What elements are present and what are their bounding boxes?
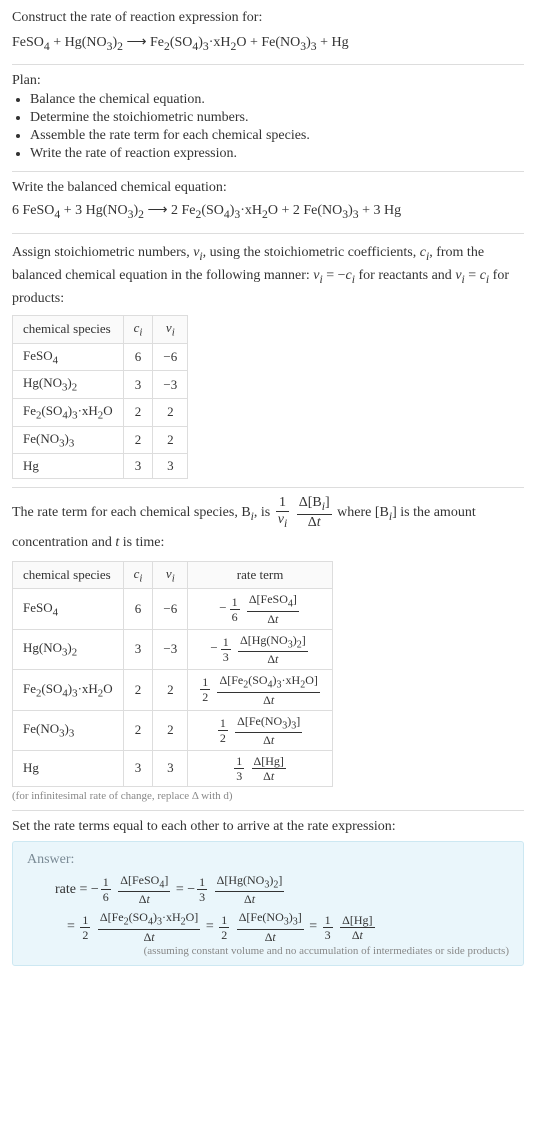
- cell-ci: 3: [123, 454, 153, 479]
- cell-species: Fe(NO3)3: [13, 710, 124, 750]
- answer-label: Answer:: [27, 852, 509, 868]
- prompt-section: Construct the rate of reaction expressio…: [12, 0, 524, 64]
- cell-nui: −6: [153, 589, 188, 629]
- col-ci: ci: [123, 316, 153, 344]
- col-nui: νi: [153, 561, 188, 589]
- cell-nui: −3: [153, 371, 188, 399]
- rate-intro: The rate term for each chemical species,…: [12, 496, 524, 555]
- table-header-row: chemical species ci νi rate term: [13, 561, 333, 589]
- cell-nui: 2: [153, 426, 188, 454]
- plan-item: Write the rate of reaction expression.: [30, 145, 524, 163]
- cell-rate: 13 Δ[Hg]Δt: [188, 750, 333, 786]
- cell-species: FeSO4: [13, 343, 124, 371]
- col-rate: rate term: [188, 561, 333, 589]
- cell-species: Hg: [13, 750, 124, 786]
- cell-nui: 3: [153, 454, 188, 479]
- col-species: chemical species: [13, 561, 124, 589]
- balanced-label: Write the balanced chemical equation:: [12, 180, 524, 196]
- final-intro: Set the rate terms equal to each other t…: [12, 819, 524, 835]
- cell-species: Hg: [13, 454, 124, 479]
- stoich-table: chemical species ci νi FeSO4 6 −6 Hg(NO3…: [12, 315, 188, 479]
- cell-species: FeSO4: [13, 589, 124, 629]
- answer-box: Answer: rate = −16 Δ[FeSO4]Δt = −13 Δ[Hg…: [12, 841, 524, 966]
- answer-note: (assuming constant volume and no accumul…: [27, 945, 509, 957]
- plan-item: Assemble the rate term for each chemical…: [30, 127, 524, 145]
- cell-ci: 2: [123, 398, 153, 426]
- col-nui: νi: [153, 316, 188, 344]
- final-section: Set the rate terms equal to each other t…: [12, 811, 524, 974]
- rate-table: chemical species ci νi rate term FeSO4 6…: [12, 561, 333, 787]
- cell-ci: 6: [123, 343, 153, 371]
- plan-title: Plan:: [12, 73, 524, 89]
- cell-nui: 2: [153, 670, 188, 710]
- cell-nui: −3: [153, 629, 188, 669]
- table-row: FeSO4 6 −6: [13, 343, 188, 371]
- page: Construct the rate of reaction expressio…: [0, 0, 536, 994]
- cell-nui: −6: [153, 343, 188, 371]
- cell-nui: 2: [153, 398, 188, 426]
- table-row: Fe2(SO4)3·xH2O 2 2 12 Δ[Fe2(SO4)3·xH2O]Δ…: [13, 670, 333, 710]
- plan-item: Determine the stoichiometric numbers.: [30, 109, 524, 127]
- table-row: Hg(NO3)2 3 −3: [13, 371, 188, 399]
- answer-line-2: = 12 Δ[Fe2(SO4)3·xH2O]Δt = 12 Δ[Fe(NO3)3…: [27, 905, 509, 942]
- construct-label: Construct the rate of reaction expressio…: [12, 8, 524, 28]
- cell-rate: 12 Δ[Fe(NO3)3]Δt: [188, 710, 333, 750]
- cell-ci: 6: [123, 589, 153, 629]
- cell-species: Hg(NO3)2: [13, 629, 124, 669]
- cell-species: Fe2(SO4)3·xH2O: [13, 670, 124, 710]
- table-row: FeSO4 6 −6 −16 Δ[FeSO4]Δt: [13, 589, 333, 629]
- cell-species: Hg(NO3)2: [13, 371, 124, 399]
- table-row: Hg(NO3)2 3 −3 −13 Δ[Hg(NO3)2]Δt: [13, 629, 333, 669]
- rate-footnote: (for infinitesimal rate of change, repla…: [12, 790, 524, 802]
- cell-species: Fe2(SO4)3·xH2O: [13, 398, 124, 426]
- rate-section: The rate term for each chemical species,…: [12, 488, 524, 810]
- cell-rate: −16 Δ[FeSO4]Δt: [188, 589, 333, 629]
- stoich-intro: Assign stoichiometric numbers, νi, using…: [12, 242, 524, 310]
- col-ci: ci: [123, 561, 153, 589]
- table-row: Fe2(SO4)3·xH2O 2 2: [13, 398, 188, 426]
- unbalanced-equation: FeSO4 + Hg(NO3)2 ⟶ Fe2(SO4)3·xH2O + Fe(N…: [12, 28, 524, 56]
- cell-ci: 2: [123, 670, 153, 710]
- table-row: Fe(NO3)3 2 2: [13, 426, 188, 454]
- table-row: Hg 3 3 13 Δ[Hg]Δt: [13, 750, 333, 786]
- table-row: Hg 3 3: [13, 454, 188, 479]
- cell-rate: −13 Δ[Hg(NO3)2]Δt: [188, 629, 333, 669]
- cell-ci: 3: [123, 629, 153, 669]
- plan-item: Balance the chemical equation.: [30, 91, 524, 109]
- cell-ci: 2: [123, 710, 153, 750]
- plan-section: Plan: Balance the chemical equation. Det…: [12, 65, 524, 171]
- table-row: Fe(NO3)3 2 2 12 Δ[Fe(NO3)3]Δt: [13, 710, 333, 750]
- cell-rate: 12 Δ[Fe2(SO4)3·xH2O]Δt: [188, 670, 333, 710]
- table-header-row: chemical species ci νi: [13, 316, 188, 344]
- balanced-section: Write the balanced chemical equation: 6 …: [12, 172, 524, 232]
- cell-species: Fe(NO3)3: [13, 426, 124, 454]
- cell-nui: 3: [153, 750, 188, 786]
- cell-nui: 2: [153, 710, 188, 750]
- cell-ci: 3: [123, 371, 153, 399]
- answer-line-1: rate = −16 Δ[FeSO4]Δt = −13 Δ[Hg(NO3)2]Δ…: [27, 868, 509, 905]
- stoich-section: Assign stoichiometric numbers, νi, using…: [12, 234, 524, 488]
- cell-ci: 3: [123, 750, 153, 786]
- plan-list: Balance the chemical equation. Determine…: [12, 91, 524, 163]
- cell-ci: 2: [123, 426, 153, 454]
- col-species: chemical species: [13, 316, 124, 344]
- balanced-equation: 6 FeSO4 + 3 Hg(NO3)2 ⟶ 2 Fe2(SO4)3·xH2O …: [12, 196, 524, 224]
